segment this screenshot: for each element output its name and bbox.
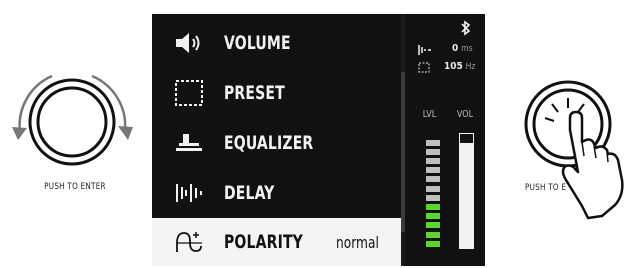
speaker-icon [172, 28, 206, 58]
volume-bar [459, 133, 474, 249]
left-rotary-knob-illustration: PUSH TO ENTER [0, 70, 150, 210]
crossover-value: 105 [444, 61, 463, 72]
level-meter-segment [426, 213, 440, 220]
delay-value: 0 [452, 43, 459, 54]
delay-icon [172, 178, 206, 208]
status-pane: 0 ms 105 Hz LVL VOL [408, 14, 485, 266]
delay-status: 0 ms [452, 43, 473, 54]
device-display: VOLUME PRESET EQUALIZER DELAY POLARITY n… [152, 14, 485, 266]
level-meter-segment [426, 185, 440, 192]
level-meter-segment [426, 148, 440, 155]
menu-item-label: PRESET [224, 82, 285, 104]
crossover-status: 105 Hz [444, 61, 475, 72]
level-meter-segment [426, 158, 440, 164]
hand-pressing-knob-icon [524, 80, 624, 220]
level-meter-segment [426, 167, 440, 174]
level-meter-segment [426, 139, 440, 146]
dashed-square-icon [172, 78, 206, 108]
level-meter-segment [426, 240, 440, 247]
settings-menu: VOLUME PRESET EQUALIZER DELAY POLARITY n… [152, 14, 402, 266]
rotary-knob-icon [12, 74, 133, 166]
menu-item-label: VOLUME [224, 32, 291, 54]
delay-unit: ms [461, 44, 473, 54]
level-meter-segment [426, 176, 440, 183]
crossover-status-icon [418, 62, 430, 76]
menu-item-label: POLARITY [224, 231, 304, 253]
right-knob-press-illustration: PUSH TO E [490, 60, 637, 220]
vol-label: VOL [456, 109, 474, 120]
menu-item-preset[interactable]: PRESET [152, 68, 402, 118]
level-meter-segment [426, 194, 440, 201]
menu-item-polarity[interactable]: POLARITY normal [152, 218, 402, 266]
scrollbar-thumb[interactable] [401, 72, 405, 232]
menu-scrollbar[interactable] [401, 14, 405, 266]
menu-item-delay[interactable]: DELAY [152, 168, 402, 218]
menu-item-label: DELAY [224, 182, 275, 204]
push-to-enter-caption-partial: PUSH TO E [525, 183, 567, 193]
crossover-unit: Hz [465, 62, 476, 72]
push-to-enter-caption: PUSH TO ENTER [44, 182, 106, 192]
level-meter-segment [426, 222, 440, 229]
level-meter-segment [426, 231, 440, 238]
polarity-icon [172, 227, 206, 257]
equalizer-icon [172, 128, 206, 158]
polarity-value: normal [336, 232, 379, 252]
bluetooth-icon [460, 20, 472, 39]
menu-item-equalizer[interactable]: EQUALIZER [152, 118, 402, 168]
volume-fill [460, 143, 473, 248]
menu-item-label: EQUALIZER [224, 132, 314, 154]
delay-status-icon [418, 44, 432, 59]
lvl-label: LVL [422, 109, 437, 120]
menu-item-volume[interactable]: VOLUME [152, 18, 402, 68]
level-meter-segment [426, 204, 440, 210]
